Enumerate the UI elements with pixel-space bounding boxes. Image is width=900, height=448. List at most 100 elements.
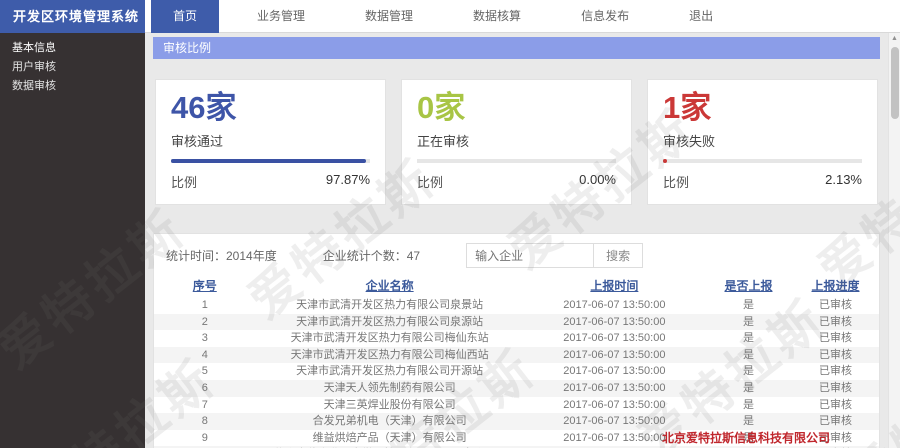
cell-progress: 已审核 bbox=[792, 314, 879, 331]
cell-company-name: 合发兄弟机电（天津）有限公司 bbox=[256, 413, 524, 430]
cell-progress: 已审核 bbox=[792, 363, 879, 380]
cell-progress: 已审核 bbox=[792, 397, 879, 414]
cell-company-name: 天津市武清开发区热力有限公司开源站 bbox=[256, 363, 524, 380]
table-row[interactable]: 8 合发兄弟机电（天津）有限公司 2017-06-07 13:50:00 是 已… bbox=[154, 413, 879, 430]
cell-no: 8 bbox=[154, 413, 256, 430]
vertical-scrollbar[interactable]: ▲ bbox=[888, 33, 900, 448]
filter-row: 统计时间：2014年度 企业统计个数：47 搜索 bbox=[154, 234, 879, 276]
main-content: 审核比例 46家 审核通过 比例 97.87% 0家 正在审核 bbox=[145, 33, 888, 448]
failed-progress-fill bbox=[663, 159, 667, 163]
stat-time-label: 统计时间：2014年度 bbox=[166, 247, 277, 264]
in-review-ratio-label: 比例 bbox=[417, 172, 443, 191]
top-nav: 首页 业务管理 数据管理 数据核算 信息发布 退出 bbox=[145, 0, 900, 33]
failed-count: 1家 bbox=[663, 90, 862, 126]
sidebar-item-label: 用户审核 bbox=[12, 61, 56, 73]
nav-tab[interactable]: 数据管理 bbox=[343, 0, 435, 33]
header-reported[interactable]: 是否上报 bbox=[705, 276, 792, 297]
nav-tab-label: 首页 bbox=[173, 9, 197, 23]
cell-reported: 是 bbox=[705, 347, 792, 364]
cell-no: 6 bbox=[154, 380, 256, 397]
nav-tab[interactable]: 首页 bbox=[151, 0, 219, 33]
passed-progress-bar bbox=[171, 159, 370, 163]
cell-no: 9 bbox=[154, 430, 256, 447]
cell-reported: 是 bbox=[705, 314, 792, 331]
passed-label: 审核通过 bbox=[171, 131, 370, 150]
cell-reported: 是 bbox=[705, 297, 792, 314]
companies-table: 序号 企业名称 上报时间 是否上报 上报进度 1 天津市武清开发区热力有限公司泉… bbox=[154, 276, 879, 448]
stat-cards-row: 46家 审核通过 比例 97.87% 0家 正在审核 bbox=[153, 59, 880, 221]
header-no[interactable]: 序号 bbox=[154, 276, 256, 297]
cell-report-time: 2017-06-07 13:50:00 bbox=[524, 397, 705, 414]
nav-tab[interactable]: 数据核算 bbox=[451, 0, 543, 33]
table-row[interactable]: 1 天津市武清开发区热力有限公司泉景站 2017-06-07 13:50:00 … bbox=[154, 297, 879, 314]
review-ratio-panel-title: 审核比例 bbox=[153, 37, 880, 59]
cell-company-name: 天津市武清开发区热力有限公司梅仙西站 bbox=[256, 347, 524, 364]
cell-progress: 已审核 bbox=[792, 347, 879, 364]
cell-report-time: 2017-06-07 13:50:00 bbox=[524, 380, 705, 397]
failed-ratio-row: 比例 2.13% bbox=[663, 172, 862, 191]
table-row[interactable]: 9 维益烘焙产品（天津）有限公司 2017-06-07 13:50:00 是 已… bbox=[154, 430, 879, 447]
nav-tab[interactable]: 信息发布 bbox=[559, 0, 651, 33]
cell-report-time: 2017-06-07 13:50:00 bbox=[524, 430, 705, 447]
nav-tab-label: 数据核算 bbox=[473, 9, 521, 23]
cell-report-time: 2017-06-07 13:50:00 bbox=[524, 347, 705, 364]
scrollbar-thumb[interactable] bbox=[891, 47, 899, 119]
search-button[interactable]: 搜索 bbox=[594, 243, 643, 268]
company-count-label: 企业统计个数：47 bbox=[323, 247, 420, 264]
passed-count: 46家 bbox=[171, 90, 370, 126]
review-ratio-panel: 审核比例 46家 审核通过 比例 97.87% 0家 正在审核 bbox=[153, 37, 880, 221]
sidebar-item[interactable]: 数据审核 bbox=[0, 77, 145, 96]
table-row[interactable]: 6 天津天人领先制药有限公司 2017-06-07 13:50:00 是 已审核 bbox=[154, 380, 879, 397]
passed-count-unit: 家 bbox=[205, 90, 236, 125]
header-progress[interactable]: 上报进度 bbox=[792, 276, 879, 297]
cell-reported: 是 bbox=[705, 330, 792, 347]
cell-reported: 是 bbox=[705, 430, 792, 447]
sidebar: 开发区环境管理系统 基本信息 用户审核 数据审核 bbox=[0, 0, 145, 448]
cell-progress: 已审核 bbox=[792, 380, 879, 397]
header-company-name[interactable]: 企业名称 bbox=[256, 276, 524, 297]
cell-progress: 已审核 bbox=[792, 413, 879, 430]
table-body: 1 天津市武清开发区热力有限公司泉景站 2017-06-07 13:50:00 … bbox=[154, 297, 879, 448]
sidebar-menu: 基本信息 用户审核 数据审核 bbox=[0, 33, 145, 96]
failed-label: 审核失败 bbox=[663, 131, 862, 150]
in-review-count: 0家 bbox=[417, 90, 616, 126]
nav-tab[interactable]: 业务管理 bbox=[235, 0, 327, 33]
stat-card-in-review: 0家 正在审核 比例 0.00% bbox=[401, 79, 632, 205]
cell-company-name: 天津市武清开发区热力有限公司梅仙东站 bbox=[256, 330, 524, 347]
in-review-ratio-row: 比例 0.00% bbox=[417, 172, 616, 191]
cell-no: 4 bbox=[154, 347, 256, 364]
table-row[interactable]: 5 天津市武清开发区热力有限公司开源站 2017-06-07 13:50:00 … bbox=[154, 363, 879, 380]
table-row[interactable]: 3 天津市武清开发区热力有限公司梅仙东站 2017-06-07 13:50:00… bbox=[154, 330, 879, 347]
sidebar-item[interactable]: 用户审核 bbox=[0, 58, 145, 77]
failed-ratio-value: 2.13% bbox=[825, 172, 862, 191]
failed-count-value: 1 bbox=[663, 90, 680, 125]
in-review-label: 正在审核 bbox=[417, 131, 616, 150]
cell-company-name: 天津市武清开发区热力有限公司泉源站 bbox=[256, 314, 524, 331]
failed-progress-bar bbox=[663, 159, 862, 163]
sidebar-item-label: 数据审核 bbox=[12, 80, 56, 92]
passed-ratio-label: 比例 bbox=[171, 172, 197, 191]
failed-ratio-label: 比例 bbox=[663, 172, 689, 191]
sidebar-item[interactable]: 基本信息 bbox=[0, 39, 145, 58]
table-row[interactable]: 2 天津市武清开发区热力有限公司泉源站 2017-06-07 13:50:00 … bbox=[154, 314, 879, 331]
table-row[interactable]: 7 天津三英焊业股份有限公司 2017-06-07 13:50:00 是 已审核 bbox=[154, 397, 879, 414]
table-row[interactable]: 4 天津市武清开发区热力有限公司梅仙西站 2017-06-07 13:50:00… bbox=[154, 347, 879, 364]
cell-report-time: 2017-06-07 13:50:00 bbox=[524, 314, 705, 331]
in-review-ratio-value: 0.00% bbox=[579, 172, 616, 191]
company-search-input[interactable] bbox=[466, 243, 594, 268]
scroll-up-arrow[interactable]: ▲ bbox=[889, 33, 900, 45]
header-report-time[interactable]: 上报时间 bbox=[524, 276, 705, 297]
cell-reported: 是 bbox=[705, 363, 792, 380]
in-review-count-unit: 家 bbox=[434, 90, 465, 125]
cell-reported: 是 bbox=[705, 413, 792, 430]
app-title: 开发区环境管理系统 bbox=[0, 0, 145, 33]
table-header-row: 序号 企业名称 上报时间 是否上报 上报进度 bbox=[154, 276, 879, 297]
cell-company-name: 维益烘焙产品（天津）有限公司 bbox=[256, 430, 524, 447]
passed-count-value: 46 bbox=[171, 90, 205, 125]
stat-card-passed: 46家 审核通过 比例 97.87% bbox=[155, 79, 386, 205]
companies-table-panel: 统计时间：2014年度 企业统计个数：47 搜索 序号 企业名称 上报时间 是否… bbox=[153, 233, 880, 448]
cell-no: 2 bbox=[154, 314, 256, 331]
cell-report-time: 2017-06-07 13:50:00 bbox=[524, 330, 705, 347]
nav-tab[interactable]: 退出 bbox=[667, 0, 735, 33]
passed-progress-fill bbox=[171, 159, 366, 163]
